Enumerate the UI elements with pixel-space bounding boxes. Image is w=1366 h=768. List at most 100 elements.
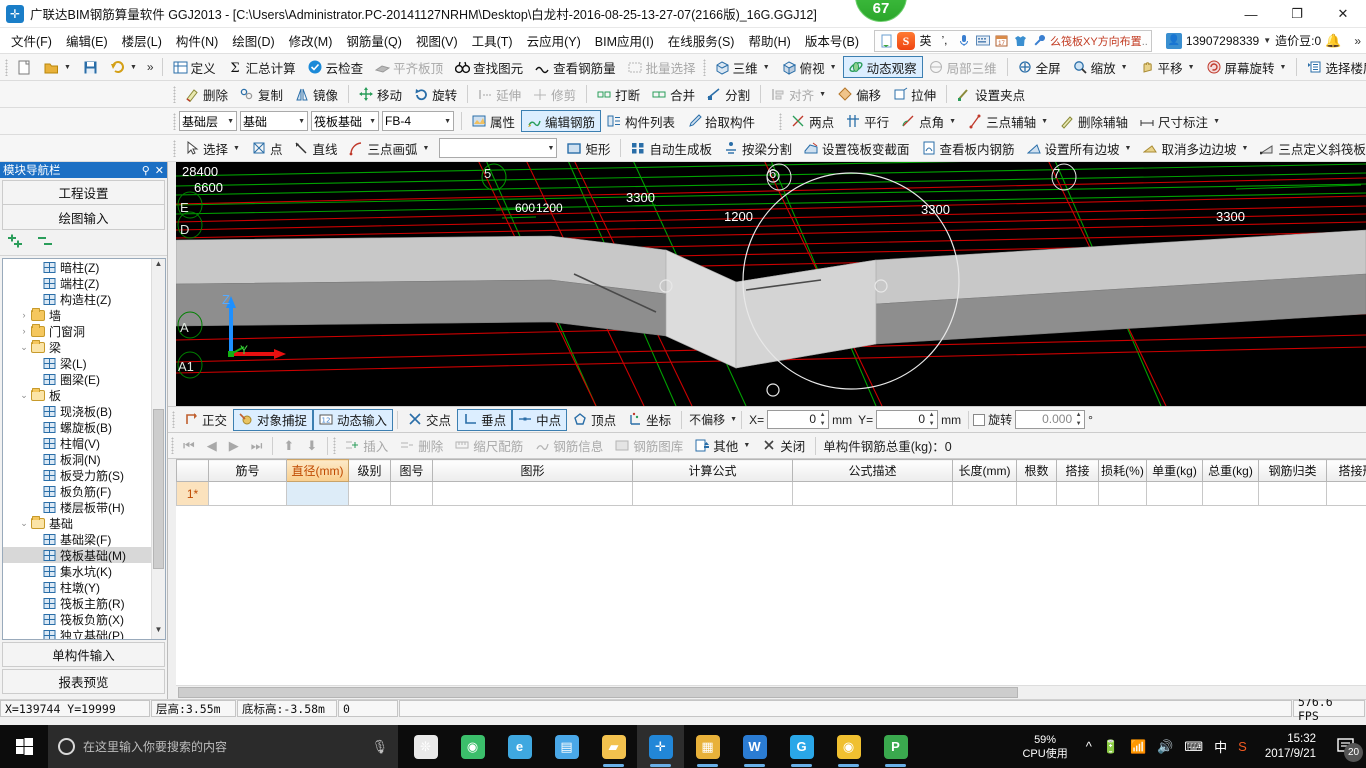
close-button[interactable]: ✕ <box>1320 0 1366 28</box>
member-select[interactable]: FB-4 ▼ <box>382 111 454 131</box>
toolbar-view-button-select-floor-icon[interactable]: 选择楼层 <box>1301 56 1366 78</box>
table-column-header[interactable]: 图号 <box>390 459 433 482</box>
chevron-down-icon[interactable]: ▼ <box>1188 64 1195 71</box>
tree-vertical-scrollbar[interactable]: ▲ ▼ <box>151 259 165 639</box>
toolbar-draw-button-auto-slab-icon[interactable]: 自动生成板 <box>625 137 718 159</box>
menu-item-bim应用i[interactable]: BIM应用(I) <box>588 28 661 53</box>
table-cell[interactable] <box>1146 481 1203 506</box>
tray-wifi-icon[interactable]: 📶 <box>1130 739 1146 755</box>
menu-item-绘图d[interactable]: 绘图(D) <box>225 28 281 53</box>
snap-point-intersection-icon[interactable]: 交点 <box>402 409 457 431</box>
toolbar-draw-button-set-all-slope-icon[interactable]: 设置所有边坡 ▼ <box>1021 137 1138 159</box>
tray-chevron-up-icon[interactable]: ^ <box>1086 739 1092 754</box>
sidebar-button-report-preview[interactable]: 报表预览 <box>2 669 165 694</box>
table-cell[interactable] <box>1098 481 1147 506</box>
ime-mic-icon[interactable] <box>955 32 972 49</box>
toolbar-view-button-pan-icon[interactable]: 平移 ▼ <box>1134 56 1201 78</box>
toolbar-component-button-property-icon[interactable]: 属性 <box>466 110 521 132</box>
collapse-all-icon[interactable] <box>36 234 54 251</box>
table-scroll-thumb[interactable] <box>178 687 1018 698</box>
offset-mode-label[interactable]: 不偏移 <box>689 411 725 428</box>
table-cell[interactable] <box>348 481 391 506</box>
toolbar-modify-button-move-icon[interactable]: 移动 <box>353 83 408 105</box>
toolbar-modify-button-break-icon[interactable]: 打断 <box>591 83 646 105</box>
menu-item-楼层l[interactable]: 楼层(L) <box>115 28 169 53</box>
table-column-header[interactable]: 筋号 <box>208 459 287 482</box>
chevron-down-icon[interactable]: ▼ <box>130 64 137 71</box>
tree-item-螺旋板b[interactable]: 螺旋板(B) <box>3 419 151 435</box>
table-horizontal-scrollbar[interactable] <box>176 685 1366 699</box>
microphone-icon[interactable]: 🎙 <box>371 739 388 755</box>
toolbar-main-button-undo-icon[interactable]: ▼ <box>104 56 143 78</box>
toolbar-draw-button-point-icon[interactable]: 点 <box>246 137 289 159</box>
tray-sogou-tray-icon[interactable]: S <box>1238 739 1247 754</box>
offset-mode-chevron-down-icon[interactable]: ▼ <box>730 416 737 423</box>
sidebar-button-project-settings[interactable]: 工程设置 <box>2 180 165 205</box>
table-column-header[interactable]: 钢筋归类 <box>1258 459 1327 482</box>
toolbar-view-button-orbit-icon[interactable]: 动态观察 <box>842 56 923 78</box>
minimize-button[interactable]: — <box>1228 0 1274 28</box>
toolbar-modify-button-copy-icon[interactable]: 复制 <box>234 83 289 105</box>
floor-select[interactable]: 基础层 ▼ <box>179 111 237 131</box>
toolbar-axis-grip[interactable] <box>779 112 783 130</box>
menu-item-云应用y[interactable]: 云应用(Y) <box>520 28 588 53</box>
toolbar-axis-button-two-point-icon[interactable]: 两点 <box>785 110 840 132</box>
table-column-header[interactable]: 搭接 <box>1056 459 1099 482</box>
toolbar-view-button-cube-icon[interactable]: 三维 ▼ <box>709 56 776 78</box>
toolbar-view-button-partial-3d-icon[interactable]: 局部三维 <box>923 56 1003 78</box>
rotate-checkbox[interactable] <box>973 413 986 426</box>
snap-point-midpoint-icon[interactable]: 中点 <box>512 408 568 431</box>
tree-item-集水坑k[interactable]: 集水坑(K) <box>3 563 151 579</box>
toolbar-draw-button-line-icon[interactable]: 直线 <box>288 137 343 159</box>
toolbar-modify-button-split-icon[interactable]: 分割 <box>701 83 756 105</box>
table-cell[interactable] <box>952 481 1017 506</box>
rebar-button-scale-rebar-icon[interactable]: 缩尺配筋 <box>449 435 529 457</box>
table-column-header[interactable]: 长度(mm) <box>952 459 1017 482</box>
toolbar-main-button-view-rebar-icon[interactable]: 查看钢筋量 <box>529 56 622 78</box>
chevron-down-icon[interactable]: ▼ <box>1241 145 1248 152</box>
tree-item-基础梁f[interactable]: 基础梁(F) <box>3 531 151 547</box>
toolbar-draw-button-cancel-slope-icon[interactable]: 取消多边边坡 ▼ <box>1137 137 1254 159</box>
toolbar-axis-button-parallel-icon[interactable]: 平行 <box>840 110 895 132</box>
table-cell[interactable] <box>208 481 287 506</box>
tree-item-筏板基础m[interactable]: 筏板基础(M) <box>3 547 151 563</box>
menu-item-版本号b[interactable]: 版本号(B) <box>798 28 866 53</box>
rotate-stepper[interactable]: ▲ ▼ <box>1074 412 1083 427</box>
tray-ime-chinese-icon[interactable]: 中 <box>1214 737 1227 756</box>
taskbar-sogou-icon[interactable]: ❊ <box>402 725 449 768</box>
tree-item-梁[interactable]: ⌄ 梁 <box>3 339 151 355</box>
y-stepper[interactable]: ▲ ▼ <box>927 412 936 427</box>
toolbar-main-button-new-doc-icon[interactable] <box>11 56 38 78</box>
menu-item-视图v[interactable]: 视图(V) <box>409 28 465 53</box>
component-tree[interactable]: 暗柱(Z) 端柱(Z) 构造柱(Z) › 墙 › 门窗洞 ⌄ 梁梁(L) 圈梁(E) ⌄ 板现浇板(B… <box>2 258 166 640</box>
menu-item-工具t[interactable]: 工具(T) <box>465 28 520 53</box>
draw-mode-combo[interactable]: ▼ <box>439 138 558 158</box>
chevron-down-icon[interactable]: ▼ <box>227 118 234 125</box>
rebar-nav-button-4[interactable]: ⬆ <box>277 435 300 457</box>
view-toolbar-grip[interactable] <box>702 58 706 76</box>
component-tree-list[interactable]: 暗柱(Z) 端柱(Z) 构造柱(Z) › 墙 › 门窗洞 ⌄ 梁梁(L) 圈梁(E) ⌄ 板现浇板(B… <box>3 259 151 639</box>
rebar-button-rebar-info-icon[interactable]: 钢筋信息 <box>529 435 609 457</box>
toolbar-modify-button-offset-icon[interactable]: 偏移 <box>832 83 887 105</box>
toolbar-modify-button-align-icon[interactable]: 对齐 ▼ <box>765 83 832 105</box>
table-cell[interactable] <box>1016 481 1057 506</box>
tree-item-圈梁e[interactable]: 圈梁(E) <box>3 371 151 387</box>
taskbar-360-icon[interactable]: ◉ <box>449 725 496 768</box>
rebar-table[interactable]: 筋号 直径(mm) 级别 图号 图形 计算公式 公式描述 长度(mm) 根数 搭接 损耗(%) 单重(… <box>176 459 1366 506</box>
table-cell[interactable] <box>1258 481 1327 506</box>
toolbar-main-button-open-folder-icon[interactable]: ▼ <box>38 56 77 78</box>
table-column-header[interactable]: 公式描述 <box>792 459 953 482</box>
toolbar-draw-button-rect-icon[interactable]: 矩形 <box>561 137 616 159</box>
toolbar-grip[interactable] <box>5 58 8 76</box>
toolbar-view-button-fullscreen-icon[interactable]: 全屏 <box>1012 56 1067 78</box>
account-area[interactable]: 👤 13907298339 ▼ 造价豆:0 🔔 <box>1165 32 1341 49</box>
chevron-down-icon[interactable]: ▼ <box>763 64 770 71</box>
table-column-header[interactable]: 总重(kg) <box>1202 459 1259 482</box>
toolbar-main-button-sigma-icon[interactable]: Σ 汇总计算 <box>222 56 302 78</box>
tree-expander-icon[interactable]: ⌄ <box>18 342 30 353</box>
menu-item-文件f[interactable]: 文件(F) <box>4 28 59 53</box>
rebar-toolbar-grip[interactable] <box>171 437 174 454</box>
tree-item-梁l[interactable]: 梁(L) <box>3 355 151 371</box>
toolbar-main-button-binocular-icon[interactable]: 查找图元 <box>449 56 529 78</box>
sidebar-button-draw-input[interactable]: 绘图输入 <box>2 205 165 230</box>
